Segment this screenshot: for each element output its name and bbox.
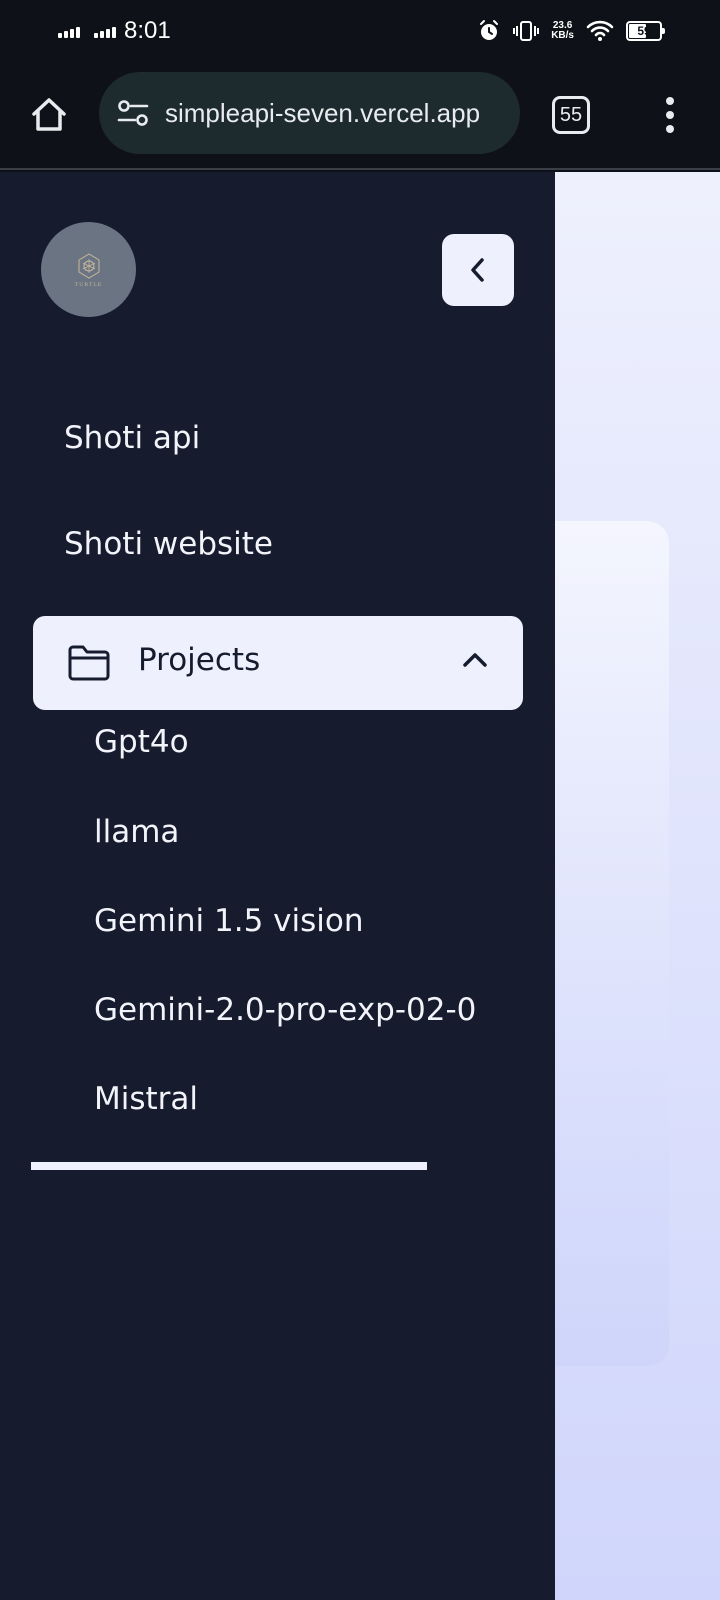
collapse-sidebar-button[interactable] xyxy=(442,234,514,306)
home-button[interactable] xyxy=(26,92,72,138)
alarm-icon xyxy=(480,20,499,40)
sidebar-drawer: TURTLE Shoti api Shoti website Projects … xyxy=(0,172,555,1600)
vibrate-icon xyxy=(513,21,540,41)
signal-icon-secondary xyxy=(94,24,116,38)
network-speed-unit: KB/s xyxy=(551,30,574,41)
address-bar[interactable]: simpleapi-seven.vercel.app xyxy=(99,72,520,154)
signal-icon xyxy=(58,24,80,38)
browser-toolbar: simpleapi-seven.vercel.app 55 xyxy=(0,62,720,170)
projects-label: Projects xyxy=(138,642,261,678)
chevron-left-icon xyxy=(471,258,484,282)
projects-toggle[interactable]: Projects xyxy=(33,616,523,710)
folder-icon xyxy=(68,645,110,681)
project-item-mistral[interactable]: Mistral xyxy=(94,1081,198,1117)
battery-icon: 59 xyxy=(626,21,665,41)
status-left: 8:01 xyxy=(58,14,171,48)
active-item-indicator xyxy=(31,1162,427,1170)
logo-icon xyxy=(78,253,99,279)
url-text: simpleapi-seven.vercel.app xyxy=(165,97,481,128)
avatar[interactable]: TURTLE xyxy=(41,222,136,317)
nav-item-shoti-website[interactable]: Shoti website xyxy=(64,526,273,562)
browser-menu-button[interactable] xyxy=(656,92,684,138)
chevron-up-icon xyxy=(463,653,487,667)
tab-count: 55 xyxy=(559,103,583,126)
status-time: 8:01 xyxy=(124,17,171,44)
battery-percent: 59 xyxy=(637,24,651,38)
logo-text: TURTLE xyxy=(74,282,103,288)
network-speed: 23.6 KB/s xyxy=(551,21,574,41)
home-icon xyxy=(32,98,66,131)
wifi-icon xyxy=(586,20,614,41)
project-item-llama[interactable]: llama xyxy=(94,814,179,850)
project-item-gemini-1-5-vision[interactable]: Gemini 1.5 vision xyxy=(94,903,364,939)
status-right: 23.6 KB/s 59 xyxy=(477,14,665,48)
site-settings-icon[interactable] xyxy=(117,99,149,127)
menu-dot xyxy=(666,111,674,119)
project-item-gemini-2-0-pro[interactable]: Gemini-2.0-pro-exp-02-0 xyxy=(94,992,476,1028)
tab-switcher-button[interactable]: 55 xyxy=(552,96,590,134)
menu-dot xyxy=(666,125,674,133)
nav-item-shoti-api[interactable]: Shoti api xyxy=(64,420,200,456)
menu-dot xyxy=(666,97,674,105)
status-bar: 8:01 23.6 KB/s 59 xyxy=(0,0,720,62)
page-card xyxy=(555,521,669,1366)
project-item-gpt4o[interactable]: Gpt4o xyxy=(94,724,189,760)
